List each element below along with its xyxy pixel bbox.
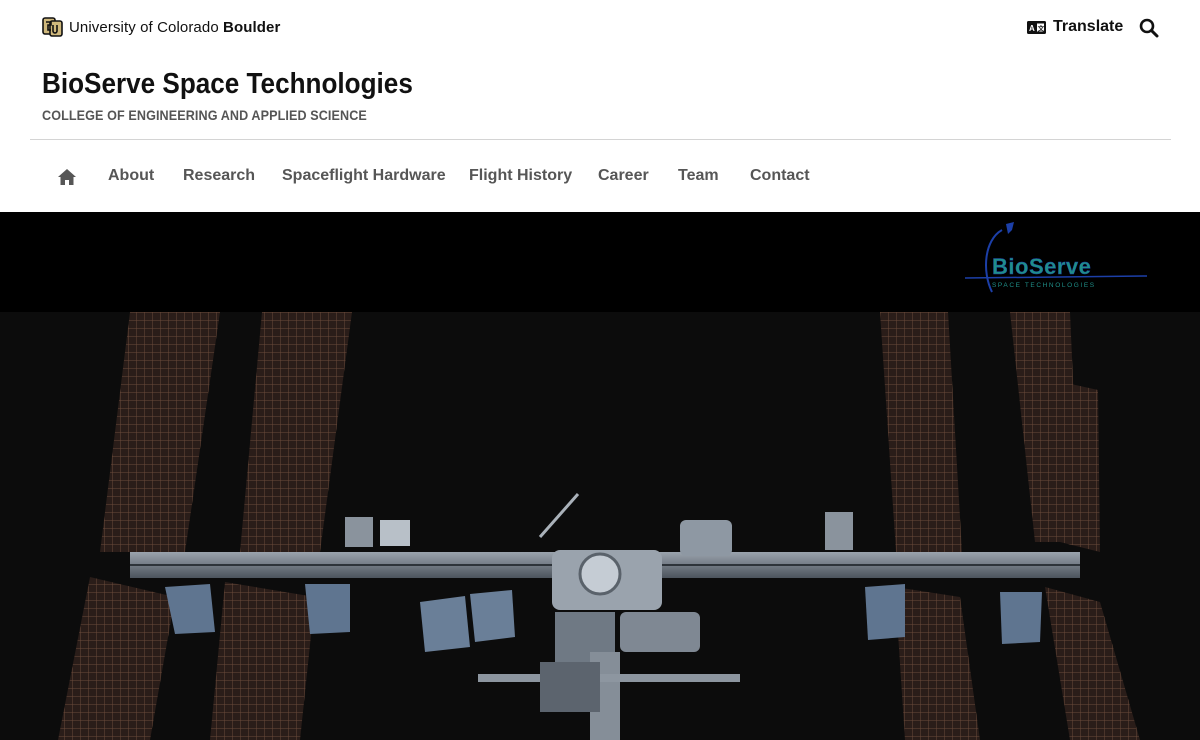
nav-item-career[interactable]: Career: [598, 167, 649, 185]
nav-item-about[interactable]: About: [108, 167, 154, 185]
svg-text:A: A: [1029, 24, 1035, 33]
translate-button[interactable]: A 文 Translate: [1027, 16, 1123, 38]
translate-icon: A 文: [1027, 20, 1046, 34]
nav-item-contact[interactable]: Contact: [750, 167, 810, 185]
nav-item-team[interactable]: Team: [678, 167, 719, 185]
translate-label: Translate: [1053, 18, 1124, 35]
svg-text:文: 文: [1037, 23, 1045, 32]
nav-item-research[interactable]: Research: [183, 167, 255, 185]
site-title[interactable]: BioServe Space Technologies: [42, 68, 413, 101]
home-icon[interactable]: [57, 168, 77, 186]
bioserve-logo: BioServe SPACE TECHNOLOGIES: [964, 222, 1148, 293]
university-name: University of Colorado Boulder: [69, 18, 281, 36]
bioserve-logo-tagline: SPACE TECHNOLOGIES: [992, 282, 1096, 289]
cu-boulder-logo-icon: [42, 17, 63, 37]
space-station-image: [0, 312, 1200, 740]
search-icon[interactable]: [1139, 18, 1159, 38]
hero-banner: BioServe SPACE TECHNOLOGIES: [0, 212, 1200, 740]
hero-logo-band: BioServe SPACE TECHNOLOGIES: [0, 212, 1200, 312]
main-navigation: About Research Spaceflight Hardware Flig…: [0, 140, 1200, 212]
cu-boulder-logo-link[interactable]: University of Colorado Boulder: [42, 16, 280, 38]
nav-item-spaceflight-hardware[interactable]: Spaceflight Hardware: [282, 167, 446, 185]
site-subtitle[interactable]: COLLEGE OF ENGINEERING AND APPLIED SCIEN…: [42, 107, 367, 123]
utility-bar: University of Colorado Boulder A 文 Trans…: [0, 0, 1200, 56]
nav-item-flight-history[interactable]: Flight History: [469, 167, 572, 185]
bioserve-logo-text: BioServe: [992, 254, 1091, 279]
